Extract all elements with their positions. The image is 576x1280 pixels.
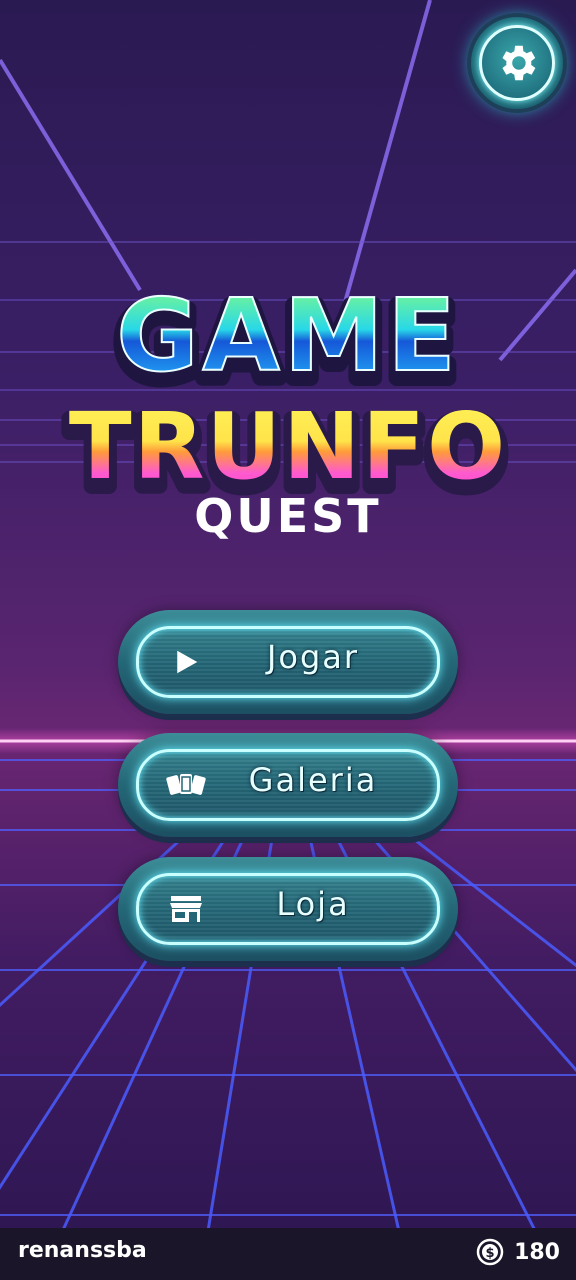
username: renanssba xyxy=(18,1238,147,1263)
coin-icon: $ xyxy=(476,1238,504,1266)
shop-button-label: Loja xyxy=(276,885,350,923)
play-icon xyxy=(166,642,206,682)
gear-icon xyxy=(502,45,536,81)
svg-text:$: $ xyxy=(486,1246,495,1261)
coin-count: 180 xyxy=(514,1239,560,1265)
gallery-button-label: Galeria xyxy=(248,761,378,799)
shop-button[interactable]: Loja xyxy=(118,857,458,961)
logo-trunfo-text: TRUNFO xyxy=(69,393,507,500)
game-logo: GAME GAME TRUNFO TRUNFO QUEST xyxy=(61,276,513,543)
logo-game-text: GAME xyxy=(116,277,459,394)
status-bar: renanssba $ 180 xyxy=(0,1228,576,1280)
settings-button[interactable] xyxy=(471,17,563,109)
store-icon xyxy=(166,889,206,929)
play-button-label: Jogar xyxy=(266,638,360,676)
gallery-button[interactable]: Galeria xyxy=(118,733,458,837)
play-button[interactable]: Jogar xyxy=(118,610,458,714)
coin-balance: $ 180 xyxy=(476,1238,560,1266)
logo-quest-text: QUEST xyxy=(194,489,381,543)
cards-icon xyxy=(166,765,206,805)
